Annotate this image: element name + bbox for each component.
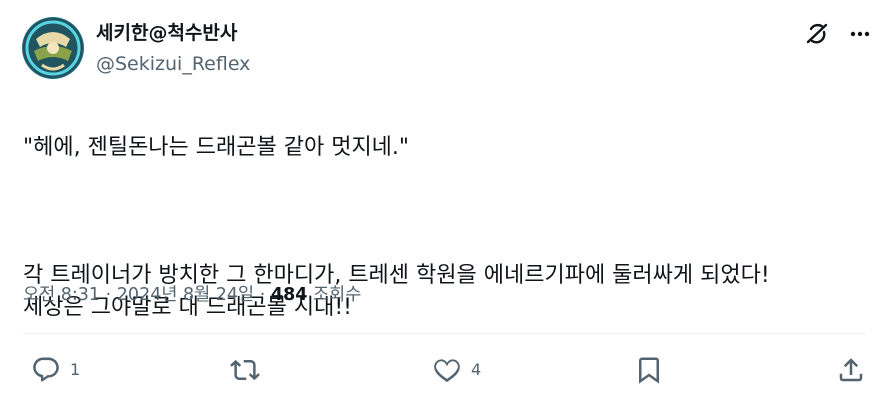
like-count: 4: [471, 360, 482, 379]
reply-button[interactable]: 1: [31, 353, 80, 387]
views-count: 484: [270, 285, 308, 305]
views-label: 조회수: [313, 285, 362, 305]
meta-separator: ·: [105, 285, 112, 305]
tweet-time[interactable]: 오전 8:31: [23, 285, 100, 305]
like-button[interactable]: 4: [432, 353, 481, 387]
grok-icon[interactable]: [803, 20, 831, 48]
author-handle[interactable]: @Sekizui_Reflex: [96, 51, 250, 77]
tweet-text-line1: "헤에, 젠틸돈나는 드래곤볼 같아 멋지네.": [23, 135, 410, 160]
retweet-icon: [230, 359, 260, 381]
share-button[interactable]: [836, 353, 866, 387]
author-display-name[interactable]: 세키한@척수반사: [96, 20, 237, 46]
reply-count: 1: [70, 360, 81, 379]
bookmark-button[interactable]: [634, 353, 664, 387]
bookmark-icon: [639, 357, 659, 384]
tweet-meta: 오전 8:31 · 2024년 8월 24일 · 484 조회수: [23, 282, 361, 308]
meta-separator: ·: [259, 285, 266, 305]
retweet-button[interactable]: [230, 353, 269, 387]
like-icon: [434, 359, 460, 382]
tweet-text: "헤에, 젠틸돈나는 드래곤볼 같아 멋지네." 각 트레이너가 방치한 그 한…: [23, 100, 873, 356]
avatar[interactable]: [22, 17, 84, 79]
tweet-date[interactable]: 2024년 8월 24일: [117, 285, 254, 305]
share-icon: [839, 358, 863, 382]
tweet-card: 세키한@척수반사 @Sekizui_Reflex "헤에, 젠틸돈나는 드래곤볼…: [0, 0, 886, 416]
avatar-image: [23, 18, 83, 78]
more-icon[interactable]: [846, 20, 874, 48]
divider: [23, 333, 866, 334]
reply-icon: [33, 357, 59, 382]
